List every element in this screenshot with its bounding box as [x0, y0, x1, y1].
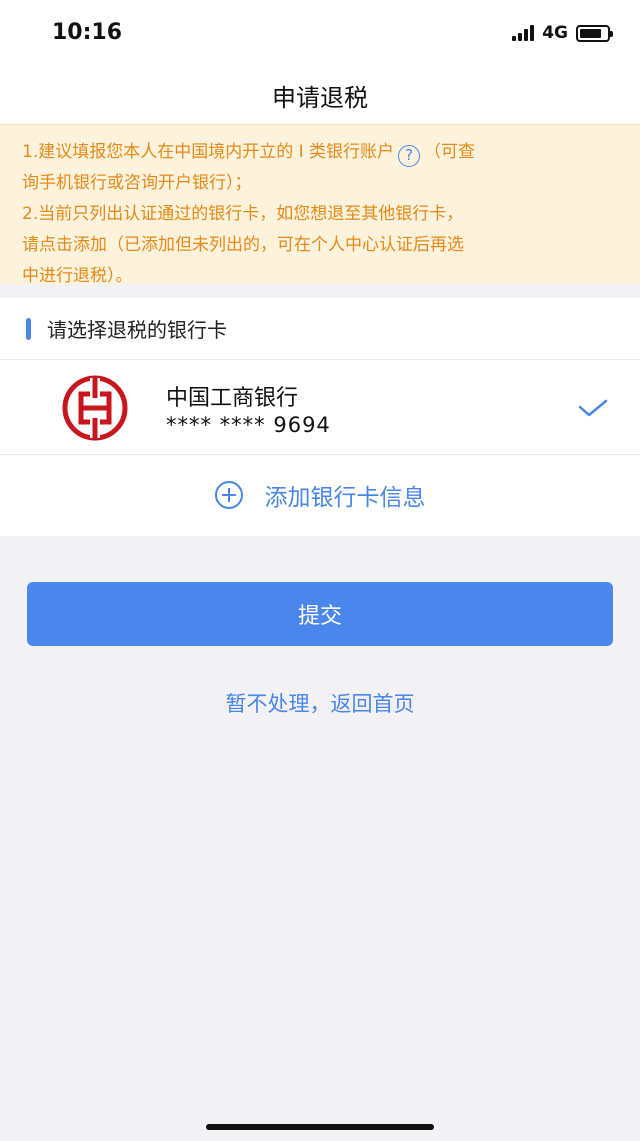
submit-button[interactable]: 提交: [27, 582, 613, 646]
status-indicators: 4G: [512, 22, 613, 44]
plus-circle-icon: [214, 481, 243, 509]
battery-icon: [576, 24, 613, 42]
notice-line-1: 1.建议填报您本人在中国境内开立的 I 类银行账户? （可查: [22, 137, 622, 168]
bank-card-number: **** **** 9694: [166, 413, 331, 437]
checkmark-icon: [578, 399, 608, 417]
home-indicator: [206, 1124, 434, 1130]
notice-line-5: 中进行退税）。: [22, 266, 133, 286]
notice-line-3: 2.当前只列出认证通过的银行卡，如您想退至其他银行卡，: [22, 204, 464, 224]
bank-name: 中国工商银行: [166, 386, 299, 411]
bank-card-section: 请选择退税的银行卡 中国工商银行 **** **** 9694 添加银行卡信息: [0, 298, 640, 536]
section-accent-bar: [26, 317, 31, 340]
add-bank-card-label: 添加银行卡信息: [264, 485, 426, 511]
page-title: 申请退税: [272, 84, 368, 112]
help-icon[interactable]: ?: [398, 145, 421, 167]
status-time: 10:16: [52, 20, 123, 45]
notice-line-2: 询手机银行或咨询开户银行）；: [22, 173, 252, 193]
status-bar: 10:16 4G: [0, 0, 640, 66]
nav-bar: 申请退税: [0, 66, 640, 124]
add-bank-card-button[interactable]: 添加银行卡信息: [0, 455, 640, 535]
notice-line-4: 请点击添加（已添加但未列出的，可在个人中心认证后再选: [22, 235, 464, 255]
network-type: 4G: [542, 23, 568, 43]
icbc-logo-icon: [62, 375, 128, 441]
bank-card-item[interactable]: 中国工商银行 **** **** 9694: [0, 360, 640, 455]
back-to-home-link[interactable]: 暂不处理，返回首页: [0, 688, 640, 718]
notice-banner: 1.建议填报您本人在中国境内开立的 I 类银行账户? （可查 询手机银行或咨询开户…: [0, 124, 640, 286]
notice-line-1-text: 1.建议填报您本人在中国境内开立的 I 类银行账户: [22, 142, 395, 162]
section-header: 请选择退税的银行卡: [0, 298, 640, 360]
section-title: 请选择退税的银行卡: [47, 318, 227, 342]
notice-line-1-tail: （可查: [424, 142, 476, 162]
signal-icon: [512, 25, 535, 41]
